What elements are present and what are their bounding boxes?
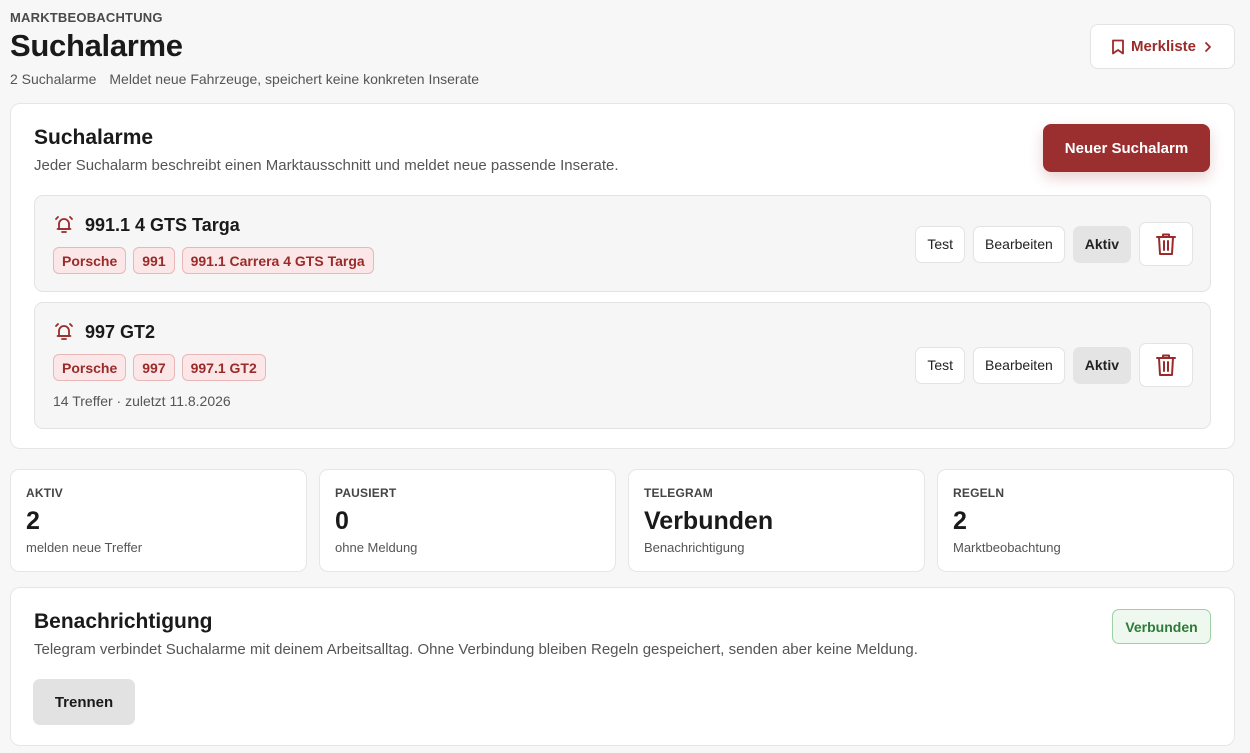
bookmark-icon <box>1112 39 1124 54</box>
alarm-bell-icon <box>55 323 73 340</box>
tag-brand: Porsche <box>53 354 127 381</box>
alarms-section-description: Jeder Suchalarm beschreibt einen Marktau… <box>34 157 619 174</box>
alarm-item: 997 GT2 Porsche 997 997.1 GT2 14 Treffer… <box>34 302 1211 429</box>
alarm-item: 991.1 4 GTS Targa Porsche 991 991.1 Carr… <box>34 195 1211 292</box>
stat-value: Verbunden <box>644 507 774 535</box>
edit-button[interactable]: Bearbeiten <box>973 346 1065 384</box>
stat-value: 2 <box>953 507 967 535</box>
page-eyebrow: MARKTBEOBACHTUNG <box>10 10 163 25</box>
edit-button[interactable]: Bearbeiten <box>973 225 1065 263</box>
page-title: Suchalarme <box>10 28 183 63</box>
alarm-bell-icon <box>55 216 73 233</box>
alarm-tags: Porsche 997 997.1 GT2 <box>53 354 266 381</box>
stat-label: REGELN <box>953 486 1005 500</box>
test-button[interactable]: Test <box>915 346 966 384</box>
tag-series: 991 <box>133 247 175 274</box>
alarms-section-title: Suchalarme <box>34 126 154 149</box>
stat-label: PAUSIERT <box>335 486 397 500</box>
trash-icon <box>1156 233 1176 255</box>
tag-model: 997.1 GT2 <box>181 354 266 381</box>
delete-button[interactable] <box>1139 343 1193 387</box>
alarm-header: 997 GT2 <box>53 321 155 343</box>
tag-brand: Porsche <box>53 247 127 274</box>
disconnect-button[interactable]: Trennen <box>33 679 135 725</box>
notification-description: Telegram verbindet Suchalarme mit deinem… <box>34 641 918 658</box>
delete-button[interactable] <box>1139 222 1193 266</box>
stat-label: TELEGRAM <box>644 486 713 500</box>
stat-value: 0 <box>335 507 349 535</box>
merkliste-label: Merkliste <box>1130 38 1197 55</box>
alarm-header: 991.1 4 GTS Targa <box>53 214 240 236</box>
stat-sub: melden neue Treffer <box>26 540 143 555</box>
alarm-title: 991.1 4 GTS Targa <box>85 214 240 235</box>
alarm-title: 997 GT2 <box>85 321 156 342</box>
active-toggle-button[interactable]: Aktiv <box>1072 346 1131 384</box>
page-subline: 2 Suchalarme Meldet neue Fahrzeuge, spei… <box>10 71 1235 87</box>
stat-value: 2 <box>26 507 40 535</box>
test-button[interactable]: Test <box>915 225 966 263</box>
telegram-status-badge: Verbunden <box>1112 609 1211 644</box>
active-toggle-button[interactable]: Aktiv <box>1072 225 1131 263</box>
alarm-count: 2 Suchalarme <box>10 71 97 87</box>
notification-card: Benachrichtigung Telegram verbindet Such… <box>10 587 1235 746</box>
alarms-card: Suchalarme Jeder Suchalarm beschreibt ei… <box>10 103 1235 449</box>
alarm-meta: 14 Treffer · zuletzt 11.8.2026 <box>53 393 231 409</box>
alarm-actions: Test Bearbeiten Aktiv <box>915 222 1193 266</box>
tag-series: 997 <box>133 354 175 381</box>
trash-icon <box>1156 354 1176 376</box>
new-alarm-button[interactable]: Neuer Suchalarm <box>1043 124 1210 172</box>
alarm-tags: Porsche 991 991.1 Carrera 4 GTS Targa <box>53 247 374 274</box>
page-header: MARKTBEOBACHTUNG Suchalarme 2 Suchalarme… <box>10 10 1235 90</box>
stat-sub: ohne Meldung <box>335 540 418 555</box>
tag-model: 991.1 Carrera 4 GTS Targa <box>181 247 374 274</box>
stat-label: AKTIV <box>26 486 63 500</box>
notification-title: Benachrichtigung <box>34 610 213 633</box>
stat-card-aktiv: AKTIV 2 melden neue Treffer <box>10 469 307 572</box>
page-subtitle: Meldet neue Fahrzeuge, speichert keine k… <box>109 71 480 87</box>
chevron-right-icon <box>1205 41 1211 52</box>
merkliste-button[interactable]: Merkliste <box>1090 24 1235 69</box>
stat-sub: Benachrichtigung <box>644 540 745 555</box>
stat-card-regeln: REGELN 2 Marktbeobachtung <box>937 469 1234 572</box>
stat-card-telegram: TELEGRAM Verbunden Benachrichtigung <box>628 469 925 572</box>
stat-sub: Marktbeobachtung <box>953 540 1061 555</box>
alarm-actions: Test Bearbeiten Aktiv <box>915 343 1193 387</box>
stat-card-pausiert: PAUSIERT 0 ohne Meldung <box>319 469 616 572</box>
